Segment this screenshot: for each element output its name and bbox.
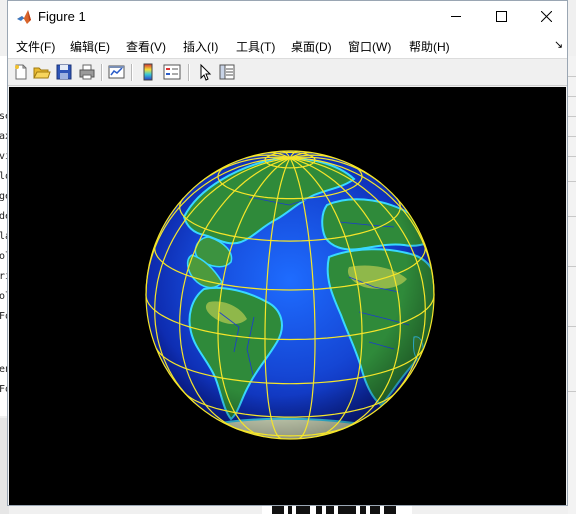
insert-legend-icon [163,64,181,80]
menu-bar: 文件(F) 编辑(E) 查看(V) 插入(I) 工具(T) 桌面(D) 窗口(W… [8,32,567,58]
insert-colorbar-button[interactable] [139,63,157,81]
figure-window[interactable]: Figure 1 文件(F) 编辑(E) 查看(V) 插入(I) 工具(T) 桌… [7,0,568,506]
edit-plot-button[interactable] [196,63,214,81]
open-file-button[interactable] [33,63,51,81]
title-bar[interactable]: Figure 1 [8,1,567,32]
menu-insert[interactable]: 插入(I) [183,38,218,55]
property-inspector-icon [219,64,235,80]
open-file-icon [33,67,51,79]
insert-legend-button[interactable] [163,63,181,81]
editor-right-strip [568,56,576,514]
globe-axes[interactable] [9,87,566,505]
new-figure-icon [15,64,27,80]
dock-arrow-icon[interactable]: ↘ [554,38,563,51]
new-figure-button[interactable] [12,63,30,81]
minimize-icon [450,16,461,17]
save-icon [56,64,72,80]
insert-colorbar-icon [143,63,153,81]
menu-window[interactable]: 窗口(W) [348,38,391,55]
menu-help[interactable]: 帮助(H) [409,38,450,55]
globe-shading [146,151,434,439]
qr-code-fragment [262,505,412,514]
menu-tools[interactable]: 工具(T) [236,38,275,55]
menu-view[interactable]: 查看(V) [126,38,166,55]
maximize-button[interactable] [478,1,524,32]
close-icon [540,11,552,22]
figure-canvas[interactable] [9,87,566,505]
window-title: Figure 1 [38,9,86,24]
edit-plot-arrow-icon [200,63,212,81]
link-plot-icon [108,65,125,79]
figure-toolbar [8,58,567,86]
menu-file[interactable]: 文件(F) [16,38,55,55]
menu-desktop[interactable]: 桌面(D) [291,38,332,55]
matlab-logo-icon [17,10,31,24]
minimize-button[interactable] [433,1,479,32]
save-button[interactable] [55,63,73,81]
link-plot-button[interactable] [108,63,126,81]
close-button[interactable] [523,1,569,32]
print-button[interactable] [78,63,96,81]
maximize-icon [495,11,507,22]
menu-edit[interactable]: 编辑(E) [70,38,110,55]
print-icon [79,64,95,80]
property-inspector-button[interactable] [218,63,236,81]
